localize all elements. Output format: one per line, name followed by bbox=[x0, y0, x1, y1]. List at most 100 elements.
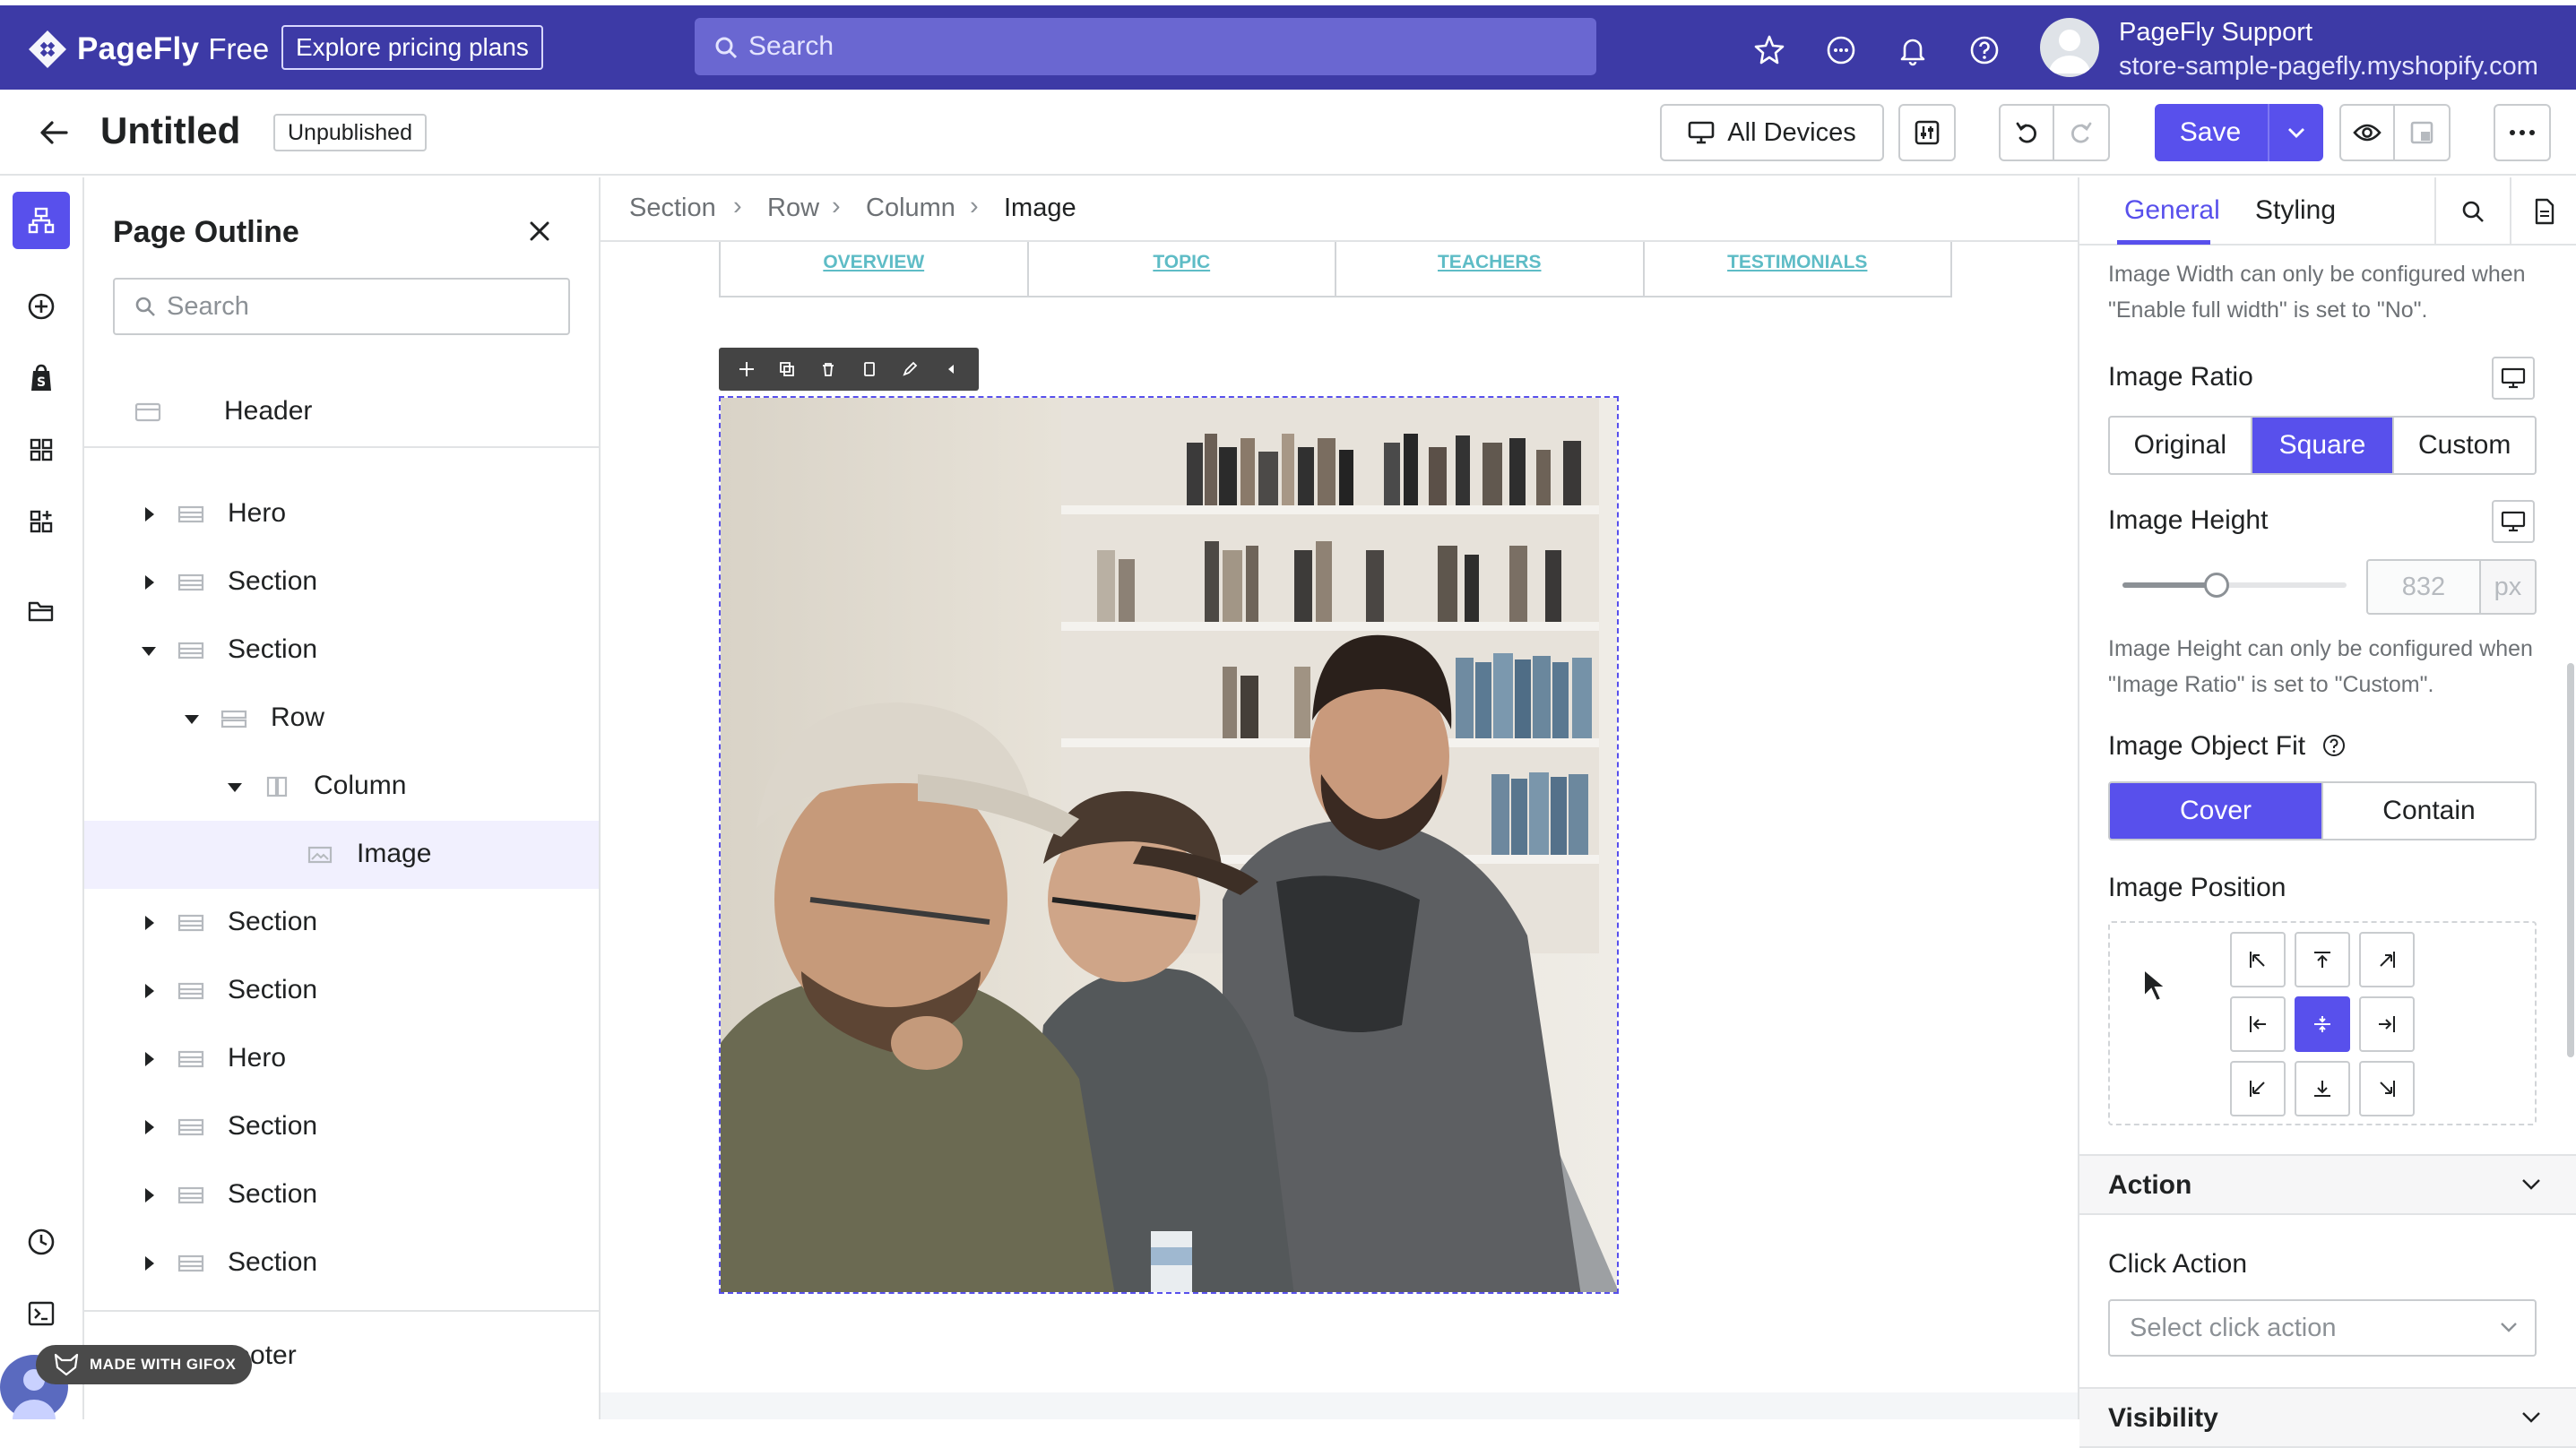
back-arrow-icon[interactable] bbox=[36, 115, 72, 151]
caret-right-icon[interactable] bbox=[145, 916, 154, 930]
tree-row[interactable]: Section bbox=[84, 616, 599, 685]
fit-cover-button[interactable]: Cover bbox=[2110, 783, 2323, 839]
avatar[interactable] bbox=[2040, 18, 2099, 77]
tree-row[interactable]: Section bbox=[84, 548, 599, 616]
help-icon[interactable] bbox=[1968, 34, 2001, 66]
page-title[interactable]: Untitled bbox=[100, 109, 240, 152]
caret-right-icon[interactable] bbox=[145, 984, 154, 998]
ratio-square-button[interactable]: Square bbox=[2252, 418, 2395, 473]
tab-general[interactable]: General bbox=[2124, 195, 2220, 226]
image-height-input[interactable]: 832 bbox=[2366, 559, 2481, 615]
panel-scrollbar[interactable] bbox=[2567, 663, 2574, 1057]
rail-sections[interactable] bbox=[13, 421, 70, 478]
save-label[interactable]: Save bbox=[2155, 104, 2266, 161]
caret-down-icon[interactable] bbox=[142, 647, 156, 656]
tree-row[interactable]: Section bbox=[84, 957, 599, 1025]
more-options-button[interactable] bbox=[2494, 104, 2551, 161]
save-button[interactable]: Save bbox=[2155, 104, 2323, 161]
ratio-original-button[interactable]: Original bbox=[2110, 418, 2252, 473]
action-section-header[interactable]: Action bbox=[2079, 1154, 2576, 1215]
slider-thumb[interactable] bbox=[2204, 573, 2229, 598]
device-selector-button[interactable]: All Devices bbox=[1660, 104, 1884, 161]
close-icon[interactable] bbox=[527, 219, 552, 244]
rail-page-outline[interactable] bbox=[13, 192, 70, 249]
publish-button[interactable] bbox=[2395, 106, 2449, 159]
position-bottom-center[interactable] bbox=[2295, 1061, 2350, 1116]
nav-tab[interactable]: OVERVIEW bbox=[721, 242, 1029, 296]
caret-right-icon[interactable] bbox=[145, 575, 154, 590]
position-center-left[interactable] bbox=[2230, 996, 2286, 1052]
panel-search-button[interactable] bbox=[2434, 177, 2510, 246]
position-bottom-left[interactable] bbox=[2230, 1061, 2286, 1116]
caret-down-icon[interactable] bbox=[228, 783, 242, 792]
position-top-left[interactable] bbox=[2230, 932, 2286, 987]
position-top-right[interactable] bbox=[2359, 932, 2415, 987]
outline-search-input[interactable]: Search bbox=[113, 278, 570, 335]
tree-row[interactable]: Row bbox=[84, 685, 599, 753]
tree-row[interactable]: Header bbox=[84, 378, 599, 446]
page-settings-button[interactable] bbox=[1898, 104, 1956, 161]
caret-right-icon[interactable] bbox=[145, 1052, 154, 1066]
tree-row[interactable]: Hero bbox=[84, 1025, 599, 1093]
caret-right-icon[interactable] bbox=[145, 507, 154, 521]
account-store[interactable]: store-sample-pagefly.myshopify.com bbox=[2119, 52, 2538, 82]
collapse-left-icon[interactable] bbox=[942, 360, 960, 378]
chat-icon[interactable] bbox=[1825, 34, 1857, 66]
position-top-center[interactable] bbox=[2295, 932, 2350, 987]
image-height-slider[interactable] bbox=[2122, 573, 2347, 598]
nav-tab[interactable]: TOPIC bbox=[1029, 242, 1336, 296]
ratio-device-button[interactable] bbox=[2492, 357, 2535, 400]
position-center[interactable] bbox=[2295, 996, 2350, 1052]
preview-button[interactable] bbox=[2341, 106, 2396, 159]
rail-files[interactable] bbox=[13, 582, 70, 640]
rail-shopify[interactable]: S bbox=[13, 349, 70, 407]
tree-row[interactable]: Section bbox=[84, 1161, 599, 1229]
fit-contain-button[interactable]: Contain bbox=[2323, 783, 2535, 839]
account-name[interactable]: PageFly Support bbox=[2119, 18, 2312, 47]
caret-right-icon[interactable] bbox=[145, 1120, 154, 1134]
rail-apps[interactable] bbox=[13, 493, 70, 550]
caret-down-icon[interactable] bbox=[185, 715, 199, 724]
undo-button[interactable] bbox=[2001, 106, 2055, 159]
caret-right-icon[interactable] bbox=[145, 1188, 154, 1202]
explore-pricing-button[interactable]: Explore pricing plans bbox=[281, 25, 543, 70]
rail-history[interactable] bbox=[13, 1213, 70, 1271]
duplicate-icon[interactable] bbox=[778, 360, 796, 378]
panel-doc-button[interactable] bbox=[2510, 177, 2576, 246]
edit-style-icon[interactable] bbox=[901, 360, 919, 378]
delete-icon[interactable] bbox=[819, 360, 837, 378]
pagefly-logo[interactable]: PageFly Free bbox=[27, 29, 269, 70]
star-icon[interactable] bbox=[1753, 34, 1785, 66]
global-search-input[interactable]: Search bbox=[695, 18, 1596, 75]
tree-row[interactable]: Section bbox=[84, 1093, 599, 1161]
redo-button[interactable] bbox=[2054, 106, 2108, 159]
move-icon[interactable] bbox=[738, 360, 756, 378]
tree-row[interactable]: Column bbox=[84, 753, 599, 821]
breadcrumb-item[interactable]: Section bbox=[629, 194, 716, 223]
height-device-button[interactable] bbox=[2492, 500, 2535, 543]
click-action-select[interactable]: Select click action bbox=[2108, 1299, 2537, 1357]
copy-icon[interactable] bbox=[860, 360, 878, 378]
tree-row-selected[interactable]: Image bbox=[84, 821, 599, 889]
position-center-right[interactable] bbox=[2359, 996, 2415, 1052]
position-bottom-right[interactable] bbox=[2359, 1061, 2415, 1116]
tree-row[interactable]: Section bbox=[84, 889, 599, 957]
breadcrumb-item[interactable]: Column bbox=[866, 194, 955, 223]
rail-add-element[interactable] bbox=[13, 278, 70, 335]
bell-icon[interactable] bbox=[1897, 34, 1929, 66]
breadcrumb-item-current[interactable]: Image bbox=[1004, 194, 1076, 223]
help-icon[interactable] bbox=[2321, 733, 2347, 758]
image-element[interactable] bbox=[719, 396, 1619, 1294]
ratio-custom-button[interactable]: Custom bbox=[2394, 418, 2535, 473]
tree-row[interactable]: Hero bbox=[84, 480, 599, 548]
breadcrumb-item[interactable]: Row bbox=[767, 194, 819, 223]
nav-tab[interactable]: TESTIMONIALS bbox=[1645, 242, 1951, 296]
tree-row[interactable]: Section bbox=[84, 1229, 599, 1297]
caret-right-icon[interactable] bbox=[145, 1256, 154, 1271]
rail-code[interactable] bbox=[13, 1285, 70, 1342]
visibility-section-header[interactable]: Visibility bbox=[2079, 1387, 2576, 1448]
save-options-button[interactable] bbox=[2268, 104, 2323, 161]
nav-tab[interactable]: TEACHERS bbox=[1336, 242, 1645, 296]
image-ratio-label: Image Ratio bbox=[2108, 362, 2253, 392]
tab-styling[interactable]: Styling bbox=[2255, 195, 2336, 226]
